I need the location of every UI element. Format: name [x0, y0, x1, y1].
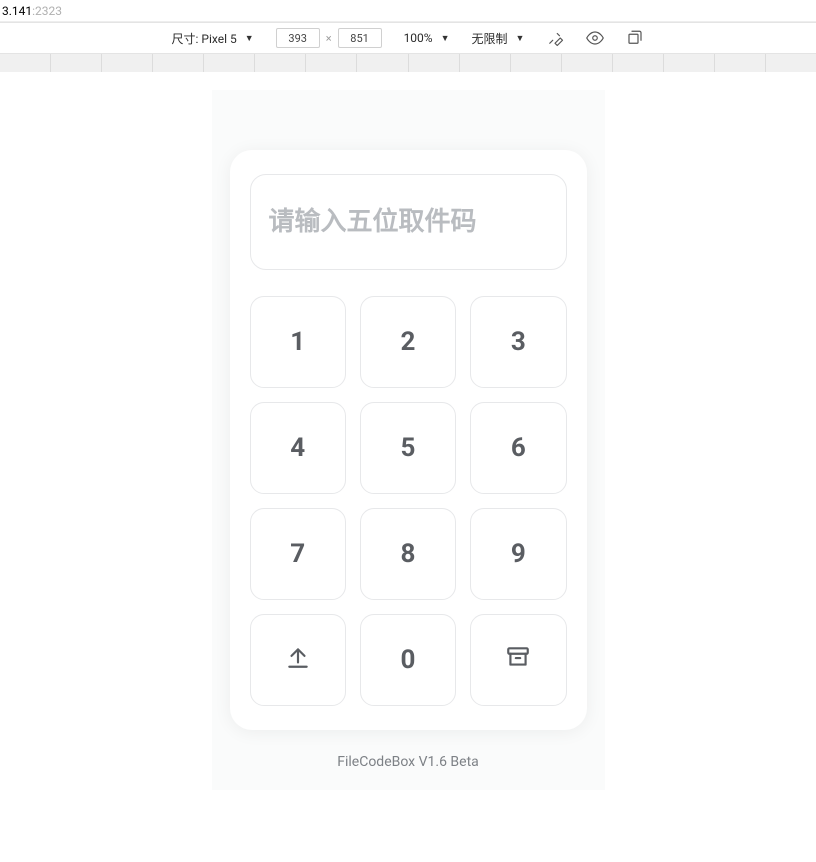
- throttle-select[interactable]: 无限制 ▼: [472, 30, 525, 47]
- eye-icon[interactable]: [586, 29, 604, 47]
- ruler: [0, 54, 816, 72]
- keypad-card: 1 2 3 4 5 6 7 8 9 0: [230, 150, 587, 730]
- device-width-input[interactable]: [276, 28, 320, 48]
- pickup-code-input[interactable]: [250, 174, 567, 270]
- key-0[interactable]: 0: [360, 614, 456, 706]
- upload-button[interactable]: [250, 614, 346, 706]
- addr-port: :2323: [32, 4, 62, 18]
- archive-icon: [505, 644, 531, 677]
- key-5[interactable]: 5: [360, 402, 456, 494]
- device-select[interactable]: 尺寸: Pixel 5 ▼: [172, 30, 254, 47]
- addr-host: 3.141: [2, 4, 32, 18]
- throttle-label: 无限制: [472, 30, 508, 47]
- rotate-icon[interactable]: [626, 29, 644, 47]
- caret-down-icon: ▼: [516, 33, 525, 44]
- device-frame: 1 2 3 4 5 6 7 8 9 0: [212, 90, 605, 790]
- devtools-device-toolbar: 尺寸: Pixel 5 ▼ × 100% ▼ 无限制 ▼: [0, 22, 816, 54]
- zoom-select[interactable]: 100% ▼: [404, 31, 450, 45]
- device-dimensions: ×: [276, 28, 382, 48]
- key-9[interactable]: 9: [470, 508, 566, 600]
- caret-down-icon: ▼: [441, 33, 450, 44]
- key-6[interactable]: 6: [470, 402, 566, 494]
- caret-down-icon: ▼: [245, 33, 254, 44]
- keypad: 1 2 3 4 5 6 7 8 9 0: [250, 296, 567, 706]
- key-3[interactable]: 3: [470, 296, 566, 388]
- archive-button[interactable]: [470, 614, 566, 706]
- upload-icon: [285, 644, 311, 677]
- device-height-input[interactable]: [338, 28, 382, 48]
- key-2[interactable]: 2: [360, 296, 456, 388]
- app-footer: FileCodeBox V1.6 Beta: [337, 754, 479, 770]
- key-7[interactable]: 7: [250, 508, 346, 600]
- address-bar: 3.141:2323: [0, 0, 816, 22]
- zoom-value: 100%: [404, 31, 433, 45]
- key-1[interactable]: 1: [250, 296, 346, 388]
- device-select-label: 尺寸: Pixel 5: [172, 30, 237, 47]
- eyedropper-icon[interactable]: [546, 29, 564, 47]
- x-separator: ×: [326, 32, 332, 45]
- device-stage: 1 2 3 4 5 6 7 8 9 0: [0, 72, 816, 862]
- key-4[interactable]: 4: [250, 402, 346, 494]
- key-8[interactable]: 8: [360, 508, 456, 600]
